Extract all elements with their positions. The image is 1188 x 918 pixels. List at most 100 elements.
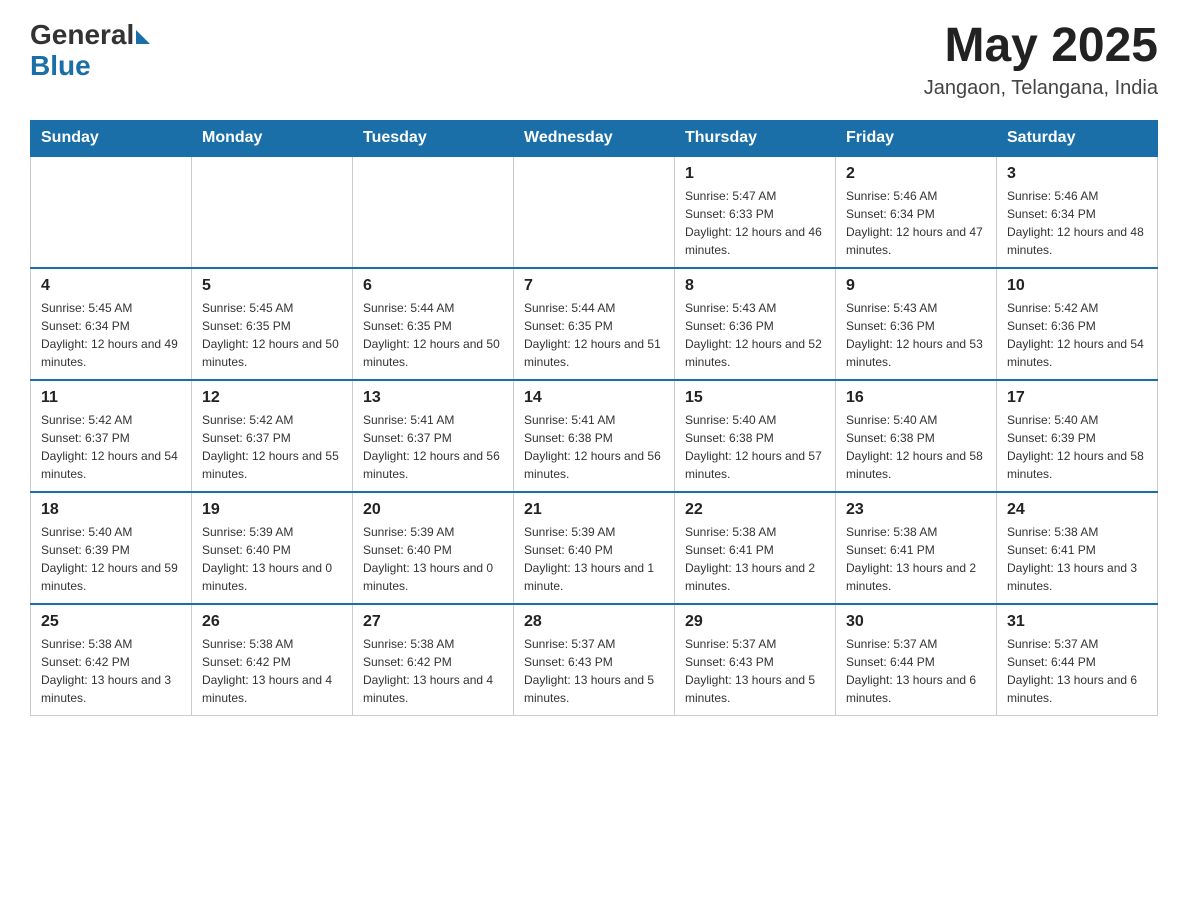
calendar-cell: 31Sunrise: 5:37 AMSunset: 6:44 PMDayligh…: [997, 604, 1158, 716]
page-header: General Blue May 2025 Jangaon, Telangana…: [30, 20, 1158, 100]
week-row-5: 25 Sunrise: 5:38 AMSunset: 6:42 PMDayligh…: [31, 604, 1158, 716]
week-row-2: 4Sunrise: 5:45 AMSunset: 6:34 PMDaylight…: [31, 268, 1158, 380]
day-info: Sunrise: 5:39 AMSunset: 6:40 PMDaylight:…: [363, 523, 503, 595]
day-info: Sunrise: 5:47 AMSunset: 6:33 PMDaylight:…: [685, 187, 825, 259]
day-info: Sunrise: 5:42 AMSunset: 6:37 PMDaylight:…: [41, 411, 181, 483]
logo-arrow-icon: [136, 30, 150, 44]
day-number: 16: [846, 389, 986, 407]
day-number: 23: [846, 501, 986, 519]
day-info: Sunrise: 5:46 AMSunset: 6:34 PMDaylight:…: [1007, 187, 1147, 259]
day-number: 11: [41, 389, 181, 407]
day-number: 25: [41, 613, 181, 631]
day-info: Sunrise: 5:44 AMSunset: 6:35 PMDaylight:…: [363, 299, 503, 371]
day-info: Sunrise: 5:39 AMSunset: 6:40 PMDaylight:…: [202, 523, 342, 595]
day-number: 24: [1007, 501, 1147, 519]
day-info: Sunrise: 5:39 AMSunset: 6:40 PMDaylight:…: [524, 523, 664, 595]
day-info: Sunrise: 5:41 AMSunset: 6:38 PMDaylight:…: [524, 411, 664, 483]
calendar-cell: 4Sunrise: 5:45 AMSunset: 6:34 PMDaylight…: [31, 268, 192, 380]
calendar-cell: 17Sunrise: 5:40 AMSunset: 6:39 PMDayligh…: [997, 380, 1158, 492]
day-number: 3: [1007, 165, 1147, 183]
calendar-cell: 13 Sunrise: 5:41 AMSunset: 6:37 PMDayligh…: [353, 380, 514, 492]
day-number: 6: [363, 277, 503, 295]
weekday-header-thursday: Thursday: [675, 120, 836, 156]
day-number: 8: [685, 277, 825, 295]
calendar-cell: 6 Sunrise: 5:44 AMSunset: 6:35 PMDaylight…: [353, 268, 514, 380]
logo: General Blue: [30, 20, 150, 82]
weekday-header-friday: Friday: [836, 120, 997, 156]
calendar-cell: 2Sunrise: 5:46 AMSunset: 6:34 PMDaylight…: [836, 156, 997, 268]
weekday-header-saturday: Saturday: [997, 120, 1158, 156]
calendar-cell: 1 Sunrise: 5:47 AMSunset: 6:33 PMDaylight…: [675, 156, 836, 268]
day-info: Sunrise: 5:40 AMSunset: 6:38 PMDaylight:…: [846, 411, 986, 483]
calendar-cell: 7 Sunrise: 5:44 AMSunset: 6:35 PMDaylight…: [514, 268, 675, 380]
day-number: 5: [202, 277, 342, 295]
day-number: 30: [846, 613, 986, 631]
day-number: 21: [524, 501, 664, 519]
calendar-cell: 19Sunrise: 5:39 AMSunset: 6:40 PMDayligh…: [192, 492, 353, 604]
week-row-4: 18 Sunrise: 5:40 AMSunset: 6:39 PMDayligh…: [31, 492, 1158, 604]
weekday-header-monday: Monday: [192, 120, 353, 156]
calendar-cell: 8 Sunrise: 5:43 AMSunset: 6:36 PMDaylight…: [675, 268, 836, 380]
calendar-table: SundayMondayTuesdayWednesdayThursdayFrid…: [30, 120, 1158, 716]
logo-blue-text: Blue: [30, 51, 150, 82]
day-info: Sunrise: 5:43 AMSunset: 6:36 PMDaylight:…: [846, 299, 986, 371]
calendar-cell: 29 Sunrise: 5:37 AMSunset: 6:43 PMDayligh…: [675, 604, 836, 716]
calendar-cell: 28 Sunrise: 5:37 AMSunset: 6:43 PMDayligh…: [514, 604, 675, 716]
day-number: 18: [41, 501, 181, 519]
day-info: Sunrise: 5:45 AMSunset: 6:34 PMDaylight:…: [41, 299, 181, 371]
day-info: Sunrise: 5:37 AMSunset: 6:43 PMDaylight:…: [685, 635, 825, 707]
calendar-cell: 14Sunrise: 5:41 AMSunset: 6:38 PMDayligh…: [514, 380, 675, 492]
calendar-cell: 12Sunrise: 5:42 AMSunset: 6:37 PMDayligh…: [192, 380, 353, 492]
day-number: 26: [202, 613, 342, 631]
day-info: Sunrise: 5:45 AMSunset: 6:35 PMDaylight:…: [202, 299, 342, 371]
weekday-header-tuesday: Tuesday: [353, 120, 514, 156]
calendar-cell: 20 Sunrise: 5:39 AMSunset: 6:40 PMDayligh…: [353, 492, 514, 604]
logo-general-text: General: [30, 20, 134, 51]
day-info: Sunrise: 5:43 AMSunset: 6:36 PMDaylight:…: [685, 299, 825, 371]
day-number: 13: [363, 389, 503, 407]
calendar-cell: 26 Sunrise: 5:38 AMSunset: 6:42 PMDayligh…: [192, 604, 353, 716]
calendar-cell: 16 Sunrise: 5:40 AMSunset: 6:38 PMDayligh…: [836, 380, 997, 492]
calendar-cell: 23Sunrise: 5:38 AMSunset: 6:41 PMDayligh…: [836, 492, 997, 604]
weekday-header-row: SundayMondayTuesdayWednesdayThursdayFrid…: [31, 120, 1158, 156]
day-info: Sunrise: 5:37 AMSunset: 6:43 PMDaylight:…: [524, 635, 664, 707]
calendar-cell: [353, 156, 514, 268]
week-row-1: 1 Sunrise: 5:47 AMSunset: 6:33 PMDaylight…: [31, 156, 1158, 268]
calendar-cell: 15Sunrise: 5:40 AMSunset: 6:38 PMDayligh…: [675, 380, 836, 492]
day-info: Sunrise: 5:42 AMSunset: 6:36 PMDaylight:…: [1007, 299, 1147, 371]
day-info: Sunrise: 5:38 AMSunset: 6:42 PMDaylight:…: [363, 635, 503, 707]
day-info: Sunrise: 5:38 AMSunset: 6:42 PMDaylight:…: [202, 635, 342, 707]
calendar-cell: 24 Sunrise: 5:38 AMSunset: 6:41 PMDayligh…: [997, 492, 1158, 604]
day-number: 7: [524, 277, 664, 295]
weekday-header-sunday: Sunday: [31, 120, 192, 156]
calendar-cell: 22 Sunrise: 5:38 AMSunset: 6:41 PMDayligh…: [675, 492, 836, 604]
month-year-title: May 2025: [924, 20, 1158, 73]
day-number: 20: [363, 501, 503, 519]
day-info: Sunrise: 5:40 AMSunset: 6:39 PMDaylight:…: [41, 523, 181, 595]
location-subtitle: Jangaon, Telangana, India: [924, 77, 1158, 100]
day-number: 27: [363, 613, 503, 631]
day-number: 9: [846, 277, 986, 295]
calendar-cell: 30Sunrise: 5:37 AMSunset: 6:44 PMDayligh…: [836, 604, 997, 716]
day-number: 31: [1007, 613, 1147, 631]
day-info: Sunrise: 5:38 AMSunset: 6:41 PMDaylight:…: [1007, 523, 1147, 595]
day-number: 1: [685, 165, 825, 183]
day-info: Sunrise: 5:44 AMSunset: 6:35 PMDaylight:…: [524, 299, 664, 371]
day-info: Sunrise: 5:46 AMSunset: 6:34 PMDaylight:…: [846, 187, 986, 259]
day-number: 22: [685, 501, 825, 519]
calendar-cell: 18 Sunrise: 5:40 AMSunset: 6:39 PMDayligh…: [31, 492, 192, 604]
day-info: Sunrise: 5:38 AMSunset: 6:41 PMDaylight:…: [685, 523, 825, 595]
day-number: 12: [202, 389, 342, 407]
calendar-cell: [192, 156, 353, 268]
calendar-cell: [514, 156, 675, 268]
day-number: 10: [1007, 277, 1147, 295]
calendar-cell: 9 Sunrise: 5:43 AMSunset: 6:36 PMDaylight…: [836, 268, 997, 380]
calendar-cell: 3 Sunrise: 5:46 AMSunset: 6:34 PMDaylight…: [997, 156, 1158, 268]
day-info: Sunrise: 5:38 AMSunset: 6:42 PMDaylight:…: [41, 635, 181, 707]
day-number: 17: [1007, 389, 1147, 407]
day-number: 29: [685, 613, 825, 631]
day-number: 28: [524, 613, 664, 631]
calendar-cell: 27 Sunrise: 5:38 AMSunset: 6:42 PMDayligh…: [353, 604, 514, 716]
day-info: Sunrise: 5:41 AMSunset: 6:37 PMDaylight:…: [363, 411, 503, 483]
week-row-3: 11 Sunrise: 5:42 AMSunset: 6:37 PMDayligh…: [31, 380, 1158, 492]
